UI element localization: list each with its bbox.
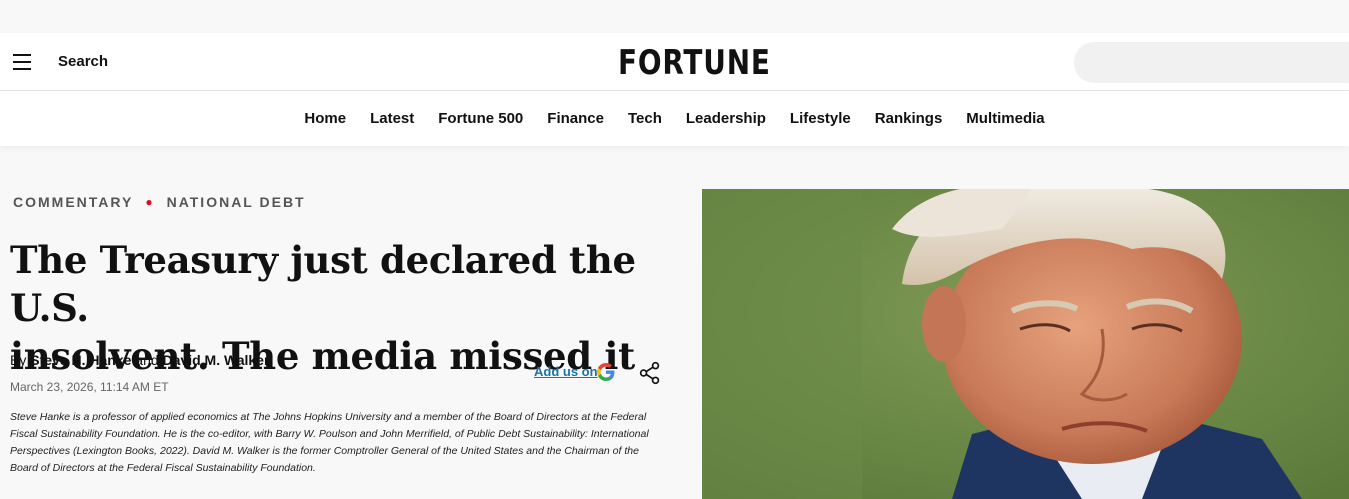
article-hero-image bbox=[702, 189, 1349, 499]
search-link[interactable]: Search bbox=[58, 53, 108, 70]
article-kicker: COMMENTARY ● NATIONAL DEBT bbox=[13, 194, 306, 210]
nav-item-leadership[interactable]: Leadership bbox=[674, 110, 778, 127]
nav-item-lifestyle[interactable]: Lifestyle bbox=[778, 110, 863, 127]
author-link-2[interactable]: David M. Walker bbox=[163, 352, 270, 368]
byline-prefix: By bbox=[10, 352, 27, 368]
nav-item-rankings[interactable]: Rankings bbox=[863, 110, 955, 127]
share-icon[interactable] bbox=[639, 361, 661, 385]
google-g-icon[interactable] bbox=[597, 363, 615, 381]
fortune-logo[interactable]: FORTUNE bbox=[618, 43, 770, 83]
author-link-1[interactable]: Steve H. Hanke bbox=[30, 352, 131, 368]
nav-item-finance[interactable]: Finance bbox=[535, 110, 616, 127]
search-input[interactable] bbox=[1074, 42, 1349, 83]
nav-item-latest[interactable]: Latest bbox=[358, 110, 426, 127]
nav-item-tech[interactable]: Tech bbox=[616, 110, 674, 127]
topic-link[interactable]: NATIONAL DEBT bbox=[167, 194, 306, 210]
nav-item-multimedia[interactable]: Multimedia bbox=[954, 110, 1056, 127]
headline-line-1: The Treasury just declared the U.S. bbox=[10, 238, 636, 330]
kicker-separator-dot: ● bbox=[145, 195, 155, 209]
byline: By Steve H. Hanke and David M. Walker bbox=[10, 352, 269, 368]
nav-item-home[interactable]: Home bbox=[292, 110, 358, 127]
add-us-on-google-link[interactable]: Add us on bbox=[534, 364, 598, 379]
hero-photo-illustration bbox=[702, 189, 1349, 499]
author-bio: Steve Hanke is a professor of applied ec… bbox=[10, 411, 649, 474]
nav-item-fortune-500[interactable]: Fortune 500 bbox=[426, 110, 535, 127]
byline-and: and bbox=[135, 352, 159, 368]
section-link[interactable]: COMMENTARY bbox=[13, 194, 133, 210]
publish-date: March 23, 2026, 11:14 AM ET bbox=[10, 380, 169, 394]
top-header: Search FORTUNE bbox=[0, 33, 1349, 90]
hamburger-menu-icon[interactable] bbox=[13, 54, 31, 70]
main-nav: Home Latest Fortune 500 Finance Tech Lea… bbox=[0, 90, 1349, 146]
